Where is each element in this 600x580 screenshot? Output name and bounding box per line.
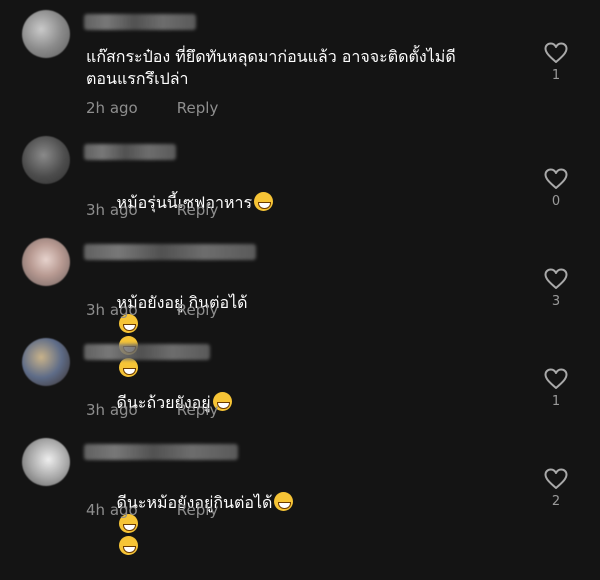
comment-item: หม้อยังอยู่ กินต่อได้ 3h ago Reply 3 xyxy=(0,200,600,377)
grin-emoji xyxy=(274,492,294,511)
avatar[interactable] xyxy=(22,438,70,486)
comment-item: ดีนะหม้อยังอยู่กินต่อได้ 4h ago Reply 2 xyxy=(0,400,600,555)
username-blurred[interactable] xyxy=(84,344,210,360)
comment-text: แก๊สกระป๋อง ที่ยึดทันหลุดมาก่อนแล้ว อาจจ… xyxy=(86,47,456,88)
reply-button[interactable]: Reply xyxy=(177,501,219,519)
heart-outline-icon xyxy=(544,468,568,489)
avatar[interactable] xyxy=(22,10,70,58)
like-count: 2 xyxy=(551,494,561,509)
heart-outline-icon xyxy=(544,368,568,389)
username-blurred[interactable] xyxy=(84,144,176,160)
like-count: 1 xyxy=(551,68,561,83)
comment-time: 4h ago xyxy=(86,501,138,519)
comment-list: แก๊สกระป๋อง ที่ยึดทันหลุดมาก่อนแล้ว อาจจ… xyxy=(0,0,600,555)
avatar[interactable] xyxy=(22,238,70,286)
comment-item: หม้อรุ่นนี้เซฟอาหาร 3h ago Reply 0 xyxy=(0,100,600,219)
comment-meta: 4h ago Reply xyxy=(86,501,218,519)
heart-outline-icon xyxy=(544,168,568,189)
like-button[interactable]: 2 xyxy=(542,468,570,509)
username-blurred[interactable] xyxy=(84,14,196,30)
grin-emoji xyxy=(118,536,138,555)
comment-item: แก๊สกระป๋อง ที่ยึดทันหลุดมาก่อนแล้ว อาจจ… xyxy=(0,0,600,117)
username-blurred[interactable] xyxy=(84,244,256,260)
heart-outline-icon xyxy=(544,268,568,289)
avatar[interactable] xyxy=(22,136,70,184)
comment-text: ดีนะหม้อยังอยู่กินต่อได้ xyxy=(86,470,526,580)
like-button[interactable]: 1 xyxy=(542,42,570,83)
username-blurred[interactable] xyxy=(84,444,238,460)
heart-outline-icon xyxy=(544,42,568,63)
avatar[interactable] xyxy=(22,338,70,386)
comment-item: ดีนะถ้วยยังอยู่ 3h ago Reply 1 xyxy=(0,300,600,419)
